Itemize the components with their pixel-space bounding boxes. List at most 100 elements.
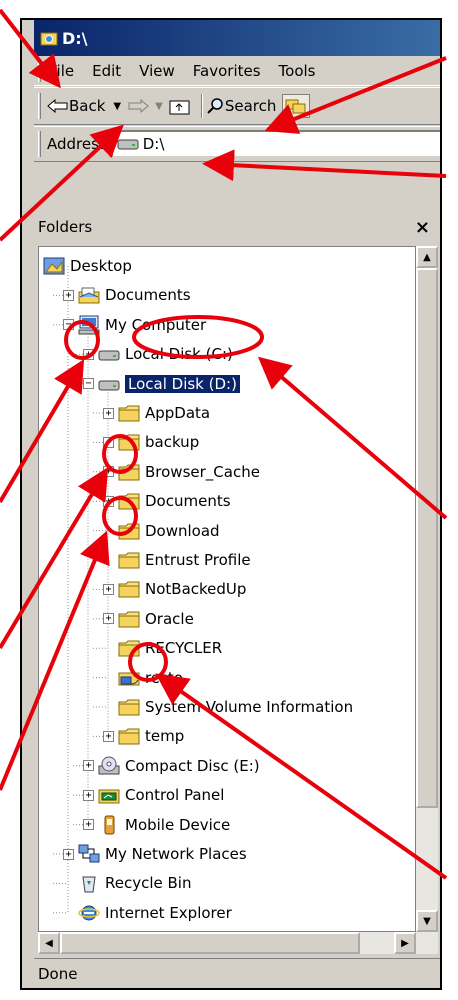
folder-icon — [118, 521, 140, 541]
expand-icon[interactable]: + — [83, 819, 94, 831]
tree-item-label[interactable]: Documents — [105, 286, 191, 304]
forward-dropdown-icon[interactable]: ▼ — [155, 101, 163, 112]
expand-icon[interactable]: + — [103, 407, 114, 419]
tree-item-label[interactable]: Internet Explorer — [105, 904, 232, 922]
title-bar[interactable]: D:\ — [34, 20, 440, 56]
tree-item[interactable]: + Mobile Device — [83, 810, 230, 840]
menu-tools[interactable]: Tools — [279, 62, 316, 80]
toolbar-grip[interactable] — [38, 93, 41, 119]
tree-item[interactable]: + backup — [103, 427, 199, 457]
tree-item[interactable]: + My Network Places — [63, 839, 247, 869]
menu-file[interactable]: File — [49, 62, 74, 80]
back-arrow-icon — [47, 99, 68, 113]
tree-item-label[interactable]: Local Disk (C:) — [125, 345, 233, 363]
address-input[interactable]: D:\ — [110, 130, 440, 158]
tree-item-label[interactable]: Recycle Bin — [105, 874, 191, 892]
tree-item[interactable]: RECYCLER — [103, 633, 222, 663]
horizontal-scroll-thumb[interactable] — [60, 932, 360, 954]
expand-icon[interactable]: + — [63, 289, 74, 301]
expand-icon[interactable]: + — [103, 466, 114, 478]
tree-item-label[interactable]: AppData — [145, 404, 210, 422]
tree-item[interactable]: resto — [103, 663, 183, 693]
tree-item[interactable]: + Compact Disc (E:) — [83, 751, 260, 781]
tree-item[interactable]: + Oracle — [103, 604, 194, 634]
collapse-icon[interactable]: − — [83, 378, 94, 390]
tree-item-label[interactable]: Browser_Cache — [145, 463, 260, 481]
expand-icon[interactable]: + — [103, 730, 114, 742]
ie-icon — [78, 903, 100, 923]
folder-icon — [118, 579, 140, 599]
expand-icon[interactable]: + — [103, 583, 114, 595]
tree-item-label[interactable]: Mobile Device — [125, 816, 230, 834]
tree-item-label[interactable]: My Computer — [105, 316, 206, 334]
tree-item-label[interactable]: Entrust Profile — [145, 551, 251, 569]
back-button[interactable]: Back ▼ — [47, 97, 121, 115]
expand-icon[interactable]: + — [83, 760, 94, 772]
tree-item[interactable]: System Volume Information — [103, 692, 353, 722]
tree-item[interactable]: − My Computer — [63, 310, 206, 340]
up-folder-button[interactable] — [169, 97, 191, 115]
expand-icon[interactable]: + — [83, 789, 94, 801]
mobile-device-icon — [98, 815, 120, 835]
tree-item-label[interactable]: My Network Places — [105, 845, 247, 863]
expand-icon[interactable]: + — [103, 613, 114, 625]
address-grip[interactable] — [38, 131, 41, 157]
tree-item-label[interactable]: Compact Disc (E:) — [125, 757, 260, 775]
expand-icon[interactable]: + — [63, 848, 74, 860]
tree-item[interactable]: Internet Explorer — [63, 898, 232, 928]
vertical-scroll-thumb[interactable] — [416, 268, 438, 808]
desktop-icon — [43, 256, 65, 276]
drive-icon — [98, 374, 120, 394]
folder-icon — [118, 462, 140, 482]
scroll-right-button[interactable]: ▶ — [394, 932, 416, 954]
tree-item-label[interactable]: Local Disk (D:) — [125, 374, 240, 393]
tree-item[interactable]: Recycle Bin — [63, 868, 191, 898]
back-dropdown-icon[interactable]: ▼ — [113, 101, 121, 112]
expand-icon[interactable]: + — [103, 436, 114, 448]
tree-item[interactable]: + NotBackedUp — [103, 574, 246, 604]
tree-item[interactable]: + temp — [103, 721, 184, 751]
menu-grip[interactable] — [38, 59, 41, 82]
tree-item[interactable]: + Documents — [103, 486, 231, 516]
horizontal-scrollbar[interactable]: ◀ ▶ — [38, 932, 438, 954]
up-folder-icon — [169, 100, 190, 115]
tree-item-label[interactable]: System Volume Information — [145, 698, 353, 716]
menu-favorites[interactable]: Favorites — [193, 62, 261, 80]
folders-button[interactable] — [282, 94, 311, 118]
tree-item[interactable]: + Control Panel — [83, 780, 224, 810]
tree-item-label[interactable]: Desktop — [70, 257, 132, 275]
forward-arrow-icon — [128, 99, 149, 113]
tree-item-label[interactable]: RECYCLER — [145, 639, 222, 657]
vertical-scrollbar[interactable]: ▲ ▼ — [416, 246, 438, 932]
tree-item-label[interactable]: Control Panel — [125, 786, 224, 804]
tree-item-label[interactable]: resto — [145, 669, 183, 687]
tree-item[interactable]: + AppData — [103, 398, 210, 428]
tree-item[interactable]: − Local Disk (D:) — [83, 369, 240, 399]
tree-item[interactable]: Desktop — [43, 251, 132, 281]
tree-item-label[interactable]: NotBackedUp — [145, 580, 246, 598]
menu-view[interactable]: View — [139, 62, 175, 80]
folder-icon — [118, 432, 140, 452]
tree-item-label[interactable]: Documents — [145, 492, 231, 510]
tree-item[interactable]: Entrust Profile — [103, 545, 251, 575]
tree-item-label[interactable]: backup — [145, 433, 199, 451]
tree-item-label[interactable]: Download — [145, 522, 220, 540]
tree-item-label[interactable]: Oracle — [145, 610, 194, 628]
scroll-up-button[interactable]: ▲ — [416, 246, 438, 268]
expand-icon[interactable]: + — [103, 495, 114, 507]
tree-item-label[interactable]: temp — [145, 727, 184, 745]
tree-item[interactable]: + Browser_Cache — [103, 457, 260, 487]
menu-edit[interactable]: Edit — [92, 62, 121, 80]
tree-item[interactable]: Download — [103, 516, 220, 546]
scroll-down-button[interactable]: ▼ — [416, 910, 438, 932]
tree-item[interactable]: + Documents — [63, 280, 191, 310]
collapse-icon[interactable]: − — [63, 319, 74, 331]
scroll-left-button[interactable]: ◀ — [38, 932, 60, 954]
tree-item[interactable]: + Local Disk (C:) — [83, 339, 233, 369]
forward-button[interactable]: ▼ — [127, 99, 163, 113]
close-pane-icon[interactable]: × — [415, 217, 430, 238]
search-button[interactable]: Search — [207, 97, 276, 115]
expand-icon[interactable]: + — [83, 348, 94, 360]
drive-icon — [98, 344, 120, 364]
control-panel-icon — [98, 785, 120, 805]
